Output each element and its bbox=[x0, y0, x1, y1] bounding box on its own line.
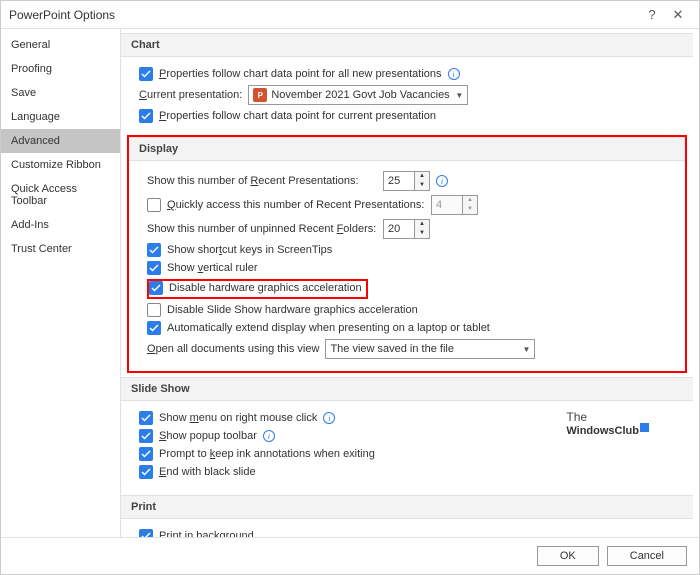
watermark-line2: WindowsClub bbox=[566, 423, 649, 437]
sidebar-item-qat[interactable]: Quick Access Toolbar bbox=[1, 177, 120, 213]
sidebar-item-general[interactable]: General bbox=[1, 33, 120, 57]
sidebar-item-save[interactable]: Save bbox=[1, 81, 120, 105]
label-follow-current: Properties follow chart data point for c… bbox=[159, 110, 436, 122]
checkbox-end-black[interactable] bbox=[139, 465, 153, 479]
label-unpinned-folders: Show this number of unpinned Recent Fold… bbox=[147, 223, 377, 235]
checkbox-print-bg[interactable] bbox=[139, 529, 153, 537]
watermark-line1: The bbox=[566, 411, 649, 423]
label-disable-ss-hw: Disable Slide Show hardware graphics acc… bbox=[167, 304, 418, 316]
checkbox-shortcut-keys[interactable] bbox=[147, 243, 161, 257]
checkbox-disable-ss-hw[interactable] bbox=[147, 303, 161, 317]
dropdown-value: The view saved in the file bbox=[330, 343, 454, 355]
checkbox-ink[interactable] bbox=[139, 447, 153, 461]
sidebar-item-trust-center[interactable]: Trust Center bbox=[1, 237, 120, 261]
label-end-black: End with black slide bbox=[159, 466, 256, 478]
label-vertical-ruler: Show vertical ruler bbox=[167, 262, 257, 274]
checkbox-quick-access[interactable] bbox=[147, 198, 161, 212]
chevron-down-icon: ▼ bbox=[455, 91, 463, 100]
input-unpinned[interactable] bbox=[384, 220, 414, 238]
dialog-footer: OK Cancel bbox=[1, 537, 699, 574]
label-disable-hw: Disable hardware graphics acceleration bbox=[169, 282, 362, 294]
info-icon[interactable]: i bbox=[263, 430, 275, 442]
checkbox-disable-hw[interactable] bbox=[149, 281, 163, 295]
highlight-display-section: Display Show this number of Recent Prese… bbox=[127, 135, 687, 373]
label-recent-presentations: Show this number of Recent Presentations… bbox=[147, 175, 377, 187]
label-ink: Prompt to keep ink annotations when exit… bbox=[159, 448, 375, 460]
label-popup-toolbar: Show popup toolbar bbox=[159, 430, 257, 442]
sidebar: General Proofing Save Language Advanced … bbox=[1, 29, 121, 537]
spin-up-icon[interactable]: ▲ bbox=[415, 220, 429, 229]
cancel-button[interactable]: Cancel bbox=[607, 546, 687, 566]
chevron-down-icon: ▼ bbox=[523, 345, 531, 354]
label-print-bg: Print in background bbox=[159, 530, 254, 537]
watermark: The WindowsClub bbox=[566, 411, 649, 437]
input-quick bbox=[432, 196, 462, 214]
label-current-presentation: Current presentation: bbox=[139, 89, 242, 101]
checkbox-auto-extend[interactable] bbox=[147, 321, 161, 335]
section-print: Print in background Print TrueType fonts… bbox=[121, 519, 693, 537]
label-shortcut-keys: Show shortcut keys in ScreenTips bbox=[167, 244, 332, 256]
spin-down-icon[interactable]: ▼ bbox=[415, 229, 429, 238]
spin-down-icon[interactable]: ▼ bbox=[415, 181, 429, 190]
titlebar: PowerPoint Options ? ✕ bbox=[1, 1, 699, 29]
ok-button[interactable]: OK bbox=[537, 546, 599, 566]
section-chart-heading: Chart bbox=[121, 33, 693, 57]
dialog-title: PowerPoint Options bbox=[9, 8, 639, 22]
checkbox-follow-all[interactable] bbox=[139, 67, 153, 81]
info-icon[interactable]: i bbox=[448, 68, 460, 80]
close-button[interactable]: ✕ bbox=[665, 7, 691, 23]
label-follow-all: Properties follow chart data point for a… bbox=[159, 68, 442, 80]
sidebar-item-addins[interactable]: Add-Ins bbox=[1, 213, 120, 237]
section-slideshow-heading: Slide Show bbox=[121, 377, 693, 401]
help-button[interactable]: ? bbox=[639, 7, 665, 22]
spinner-quick-access: ▲▼ bbox=[431, 195, 478, 215]
spinner-unpinned-folders[interactable]: ▲▼ bbox=[383, 219, 430, 239]
powerpoint-icon: P bbox=[253, 88, 267, 102]
section-print-heading: Print bbox=[121, 495, 693, 519]
sidebar-item-customize-ribbon[interactable]: Customize Ribbon bbox=[1, 153, 120, 177]
sidebar-item-language[interactable]: Language bbox=[1, 105, 120, 129]
square-icon bbox=[640, 423, 649, 432]
checkbox-vertical-ruler[interactable] bbox=[147, 261, 161, 275]
highlight-disable-hw: Disable hardware graphics acceleration bbox=[147, 279, 368, 299]
info-icon[interactable]: i bbox=[323, 412, 335, 424]
dropdown-current-presentation[interactable]: P November 2021 Govt Job Vacancies ▼ bbox=[248, 85, 468, 105]
label-open-view: Open all documents using this view bbox=[147, 343, 319, 355]
label-quick-access: Quickly access this number of Recent Pre… bbox=[167, 199, 425, 211]
spinner-recent-presentations[interactable]: ▲▼ bbox=[383, 171, 430, 191]
sidebar-item-advanced[interactable]: Advanced bbox=[1, 129, 120, 153]
sidebar-item-proofing[interactable]: Proofing bbox=[1, 57, 120, 81]
content-pane[interactable]: Chart Properties follow chart data point… bbox=[121, 29, 699, 537]
options-dialog: PowerPoint Options ? ✕ General Proofing … bbox=[0, 0, 700, 575]
checkbox-follow-current[interactable] bbox=[139, 109, 153, 123]
dropdown-open-view[interactable]: The view saved in the file ▼ bbox=[325, 339, 535, 359]
section-display-heading: Display bbox=[129, 137, 685, 161]
checkbox-right-menu[interactable] bbox=[139, 411, 153, 425]
spin-up-icon: ▲ bbox=[463, 196, 477, 205]
info-icon[interactable]: i bbox=[436, 175, 448, 187]
checkbox-popup-toolbar[interactable] bbox=[139, 429, 153, 443]
dialog-body: General Proofing Save Language Advanced … bbox=[1, 29, 699, 537]
section-display: Show this number of Recent Presentations… bbox=[129, 161, 685, 371]
input-recent[interactable] bbox=[384, 172, 414, 190]
dropdown-value: November 2021 Govt Job Vacancies bbox=[271, 89, 449, 101]
spin-up-icon[interactable]: ▲ bbox=[415, 172, 429, 181]
label-auto-extend: Automatically extend display when presen… bbox=[167, 322, 490, 334]
label-right-menu: Show menu on right mouse click bbox=[159, 412, 317, 424]
spin-down-icon: ▼ bbox=[463, 205, 477, 214]
section-chart: Properties follow chart data point for a… bbox=[121, 57, 693, 135]
